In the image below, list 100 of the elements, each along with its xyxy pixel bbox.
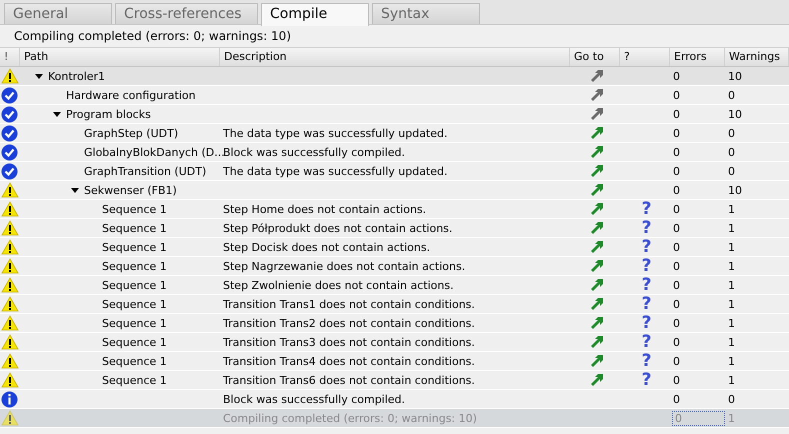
- tab[interactable]: Syntax: [372, 3, 480, 24]
- table-row[interactable]: Sequence 1 Step Nagrzewanie does not contain actions. ? 0 1: [0, 257, 789, 276]
- goto-arrow-icon[interactable]: [590, 126, 604, 140]
- description-text: Step Półprodukt does not contain actions.: [223, 222, 452, 234]
- table-row[interactable]: GraphStep (UDT) The data type was successfully updated. 0 0: [0, 124, 789, 143]
- warnings-count: 1: [728, 354, 735, 368]
- table-row[interactable]: Sequence 1 Transition Trans2 does not contain conditions. ? 0 1: [0, 314, 789, 333]
- description-text: Transition Trans4 does not contain conditions.: [223, 354, 475, 368]
- table-row[interactable]: Sekwenser (FB1) 0 10: [0, 181, 789, 200]
- goto-arrow-icon[interactable]: [590, 145, 604, 159]
- goto-arrow-icon[interactable]: [590, 316, 604, 330]
- checkmark-icon: [1, 162, 18, 180]
- path-text: Hardware configuration: [66, 88, 196, 102]
- help-icon[interactable]: ?: [642, 352, 652, 370]
- errors-count: 0: [673, 412, 724, 424]
- tab[interactable]: Cross-references: [115, 3, 258, 24]
- path-text: Kontroler1: [48, 70, 106, 82]
- description-text: Step Nagrzewanie does not contain actions.: [223, 260, 466, 272]
- table-row[interactable]: Block was successfully compiled. 0 0: [0, 390, 789, 409]
- table-row[interactable]: GlobalnyBlokDanych (D...Block was successfully compiled. 0 0: [0, 143, 789, 162]
- errors-count: 0: [673, 260, 680, 272]
- warnings-count: 1: [728, 336, 735, 348]
- table-row[interactable]: GraphTransition (UDT) The data type was successfully updated. 0 0: [0, 162, 789, 181]
- table-row[interactable]: Program blocks 0 10: [0, 105, 789, 124]
- goto-arrow-icon[interactable]: [590, 164, 604, 178]
- help-icon[interactable]: ?: [642, 372, 652, 388]
- table-row[interactable]: Kontroler1 0 10: [0, 67, 789, 86]
- help-icon[interactable]: ?: [642, 258, 652, 274]
- table-row[interactable]: Sequence 1 Transition Trans3 does not contain conditions. ? 0 1: [0, 333, 789, 352]
- column-header[interactable]: Description: [220, 48, 570, 66]
- goto-arrow-icon[interactable]: [590, 335, 604, 349]
- warnings-count: 10: [728, 184, 742, 196]
- column-header[interactable]: ?: [620, 48, 670, 66]
- column-header[interactable]: Errors: [670, 48, 725, 66]
- path-text: GraphStep (UDT): [84, 126, 178, 140]
- table-row[interactable]: Sequence 1 Step Docisk does not contain actions. ? 0 1: [0, 238, 789, 257]
- warning-icon: [1, 201, 19, 217]
- description-text: Transition Trans3 does not contain conditions.: [223, 336, 475, 348]
- warnings-count: 1: [728, 202, 735, 216]
- goto-arrow-icon[interactable]: [590, 202, 604, 216]
- expand-caret-icon[interactable]: [35, 74, 43, 78]
- goto-arrow-icon[interactable]: [590, 278, 604, 292]
- goto-arrow-icon[interactable]: [590, 88, 604, 102]
- warnings-count: 1: [728, 298, 735, 310]
- description-text: Block was successfully compiled.: [223, 146, 406, 158]
- column-header[interactable]: Warnings: [725, 48, 789, 66]
- help-icon[interactable]: ?: [642, 200, 652, 218]
- goto-arrow-icon[interactable]: [590, 373, 604, 387]
- description-text: Step Zwolnienie does not contain actions.: [223, 278, 454, 292]
- table-row[interactable]: Sequence 1 Transition Trans6 does not contain conditions. ? 0 1: [0, 371, 789, 390]
- warning-icon: [1, 353, 19, 369]
- errors-count: 0: [673, 298, 680, 310]
- errors-count: 0: [673, 164, 680, 178]
- help-icon[interactable]: ?: [642, 276, 652, 294]
- help-icon[interactable]: ?: [642, 314, 652, 332]
- expand-caret-icon[interactable]: [71, 188, 79, 192]
- table-row[interactable]: Sequence 1 Transition Trans4 does not contain conditions. ? 0 1: [0, 352, 789, 371]
- description-text: Transition Trans6 does not contain conditions.: [223, 374, 475, 386]
- tab[interactable]: General: [4, 3, 112, 24]
- warning-icon: [1, 296, 19, 312]
- warnings-count: 0: [728, 88, 735, 102]
- warning-icon: [1, 410, 19, 426]
- errors-count: 0: [673, 336, 680, 348]
- warning-icon: [1, 372, 19, 388]
- goto-arrow-icon[interactable]: [590, 107, 604, 121]
- description-text: The data type was successfully updated.: [223, 164, 448, 178]
- column-header[interactable]: Go to: [570, 48, 620, 66]
- help-icon[interactable]: ?: [642, 220, 652, 236]
- table-row[interactable]: Sequence 1 Transition Trans1 does not contain conditions. ? 0 1: [0, 295, 789, 314]
- errors-count: 0: [673, 184, 680, 196]
- checkmark-icon: [1, 124, 18, 142]
- table-row[interactable]: Sequence 1 Step Home does not contain actions. ? 0 1: [0, 200, 789, 219]
- goto-arrow-icon[interactable]: [590, 297, 604, 311]
- expand-caret-icon[interactable]: [53, 112, 61, 116]
- goto-arrow-icon[interactable]: [590, 69, 604, 83]
- goto-arrow-icon[interactable]: [590, 240, 604, 254]
- column-header[interactable]: Path: [20, 48, 220, 66]
- checkmark-icon: [1, 86, 18, 104]
- path-text: Sequence 1: [102, 354, 167, 368]
- goto-arrow-icon[interactable]: [590, 354, 604, 368]
- path-text: Sequence 1: [102, 202, 167, 216]
- column-header[interactable]: !: [0, 48, 20, 66]
- errors-count: 0: [673, 146, 680, 158]
- table-row[interactable]: Sequence 1 Step Zwolnienie does not contain actions. ? 0 1: [0, 276, 789, 295]
- help-icon[interactable]: ?: [642, 334, 652, 350]
- path-text: Sequence 1: [102, 316, 167, 330]
- tab[interactable]: Compile: [261, 3, 369, 26]
- goto-arrow-icon[interactable]: [590, 183, 604, 197]
- warnings-count: 0: [728, 392, 735, 406]
- goto-arrow-icon[interactable]: [590, 221, 604, 235]
- help-icon[interactable]: ?: [642, 296, 652, 312]
- warnings-count: 0: [728, 164, 735, 178]
- errors-count: 0: [673, 240, 680, 254]
- goto-arrow-icon[interactable]: [590, 259, 604, 273]
- table-row[interactable]: Sequence 1 Step Półprodukt does not contain actions. ? 0 1: [0, 219, 789, 238]
- help-icon[interactable]: ?: [642, 238, 652, 256]
- warning-icon: [1, 334, 19, 350]
- table-row[interactable]: Hardware configuration 0 0: [0, 86, 789, 105]
- path-text: Sekwenser (FB1): [84, 184, 177, 196]
- path-text: GraphTransition (UDT): [84, 164, 206, 178]
